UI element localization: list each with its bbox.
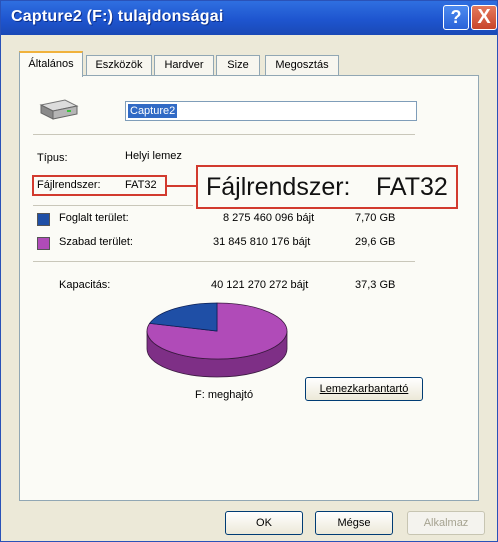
disk-cleanup-button[interactable]: Lemezkarbantartó [305, 377, 423, 401]
used-space-gb: 7,70 GB [355, 212, 396, 224]
free-space-swatch [37, 237, 50, 250]
capacity-label: Kapacitás: [59, 279, 111, 291]
divider [33, 261, 415, 262]
free-space-bytes: 31 845 810 176 bájt [213, 236, 311, 248]
disk-cleanup-label: Lemezkarbantartó [319, 383, 409, 395]
tab-hardware[interactable]: Hardver [154, 55, 214, 75]
fs-value: FAT32 [125, 179, 157, 191]
window-title: Capture2 (F:) tulajdonságai [11, 8, 224, 25]
close-button[interactable]: X [471, 5, 497, 30]
used-space-bytes: 8 275 460 096 bájt [223, 212, 315, 224]
tab-general[interactable]: Általános [19, 51, 83, 77]
type-value: Helyi lemez [125, 150, 182, 162]
properties-window: Capture2 (F:) tulajdonságai ? X Általáno… [0, 0, 498, 542]
ok-button[interactable]: OK [225, 511, 303, 535]
callout-fs-label: Fájlrendszer: [206, 173, 351, 201]
free-space-gb: 29,6 GB [355, 236, 396, 248]
capacity-gb: 37,3 GB [355, 279, 396, 291]
used-space-swatch [37, 213, 50, 226]
tab-tools[interactable]: Eszközök [86, 55, 152, 75]
title-bar[interactable]: Capture2 (F:) tulajdonságai ? X [1, 1, 497, 35]
type-label: Típus: [37, 152, 68, 164]
capacity-bytes: 40 121 270 272 bájt [211, 279, 309, 291]
free-space-label: Szabad terület: [59, 236, 133, 248]
drive-name-value[interactable]: Capture2 [128, 104, 178, 118]
disk-usage-pie [146, 302, 288, 378]
drive-name-field[interactable]: Capture2 [125, 101, 417, 121]
cancel-button[interactable]: Mégse [315, 511, 393, 535]
tab-sharing[interactable]: Megosztás [265, 55, 339, 75]
callout-connector [165, 185, 199, 187]
hard-drive-icon [39, 99, 79, 120]
callout-fs-value: FAT32 [376, 173, 448, 201]
divider [33, 134, 415, 135]
fs-callout-zoom: Fájlrendszer: FAT32 [196, 165, 458, 209]
drive-caption: F: meghajtó [195, 389, 254, 401]
apply-button[interactable]: Alkalmaz [407, 511, 485, 535]
used-space-label: Foglalt terület: [59, 212, 129, 224]
help-button[interactable]: ? [443, 5, 469, 30]
tab-size[interactable]: Size [216, 55, 260, 75]
fs-label: Fájlrendszer: [37, 179, 101, 191]
divider [33, 205, 193, 206]
